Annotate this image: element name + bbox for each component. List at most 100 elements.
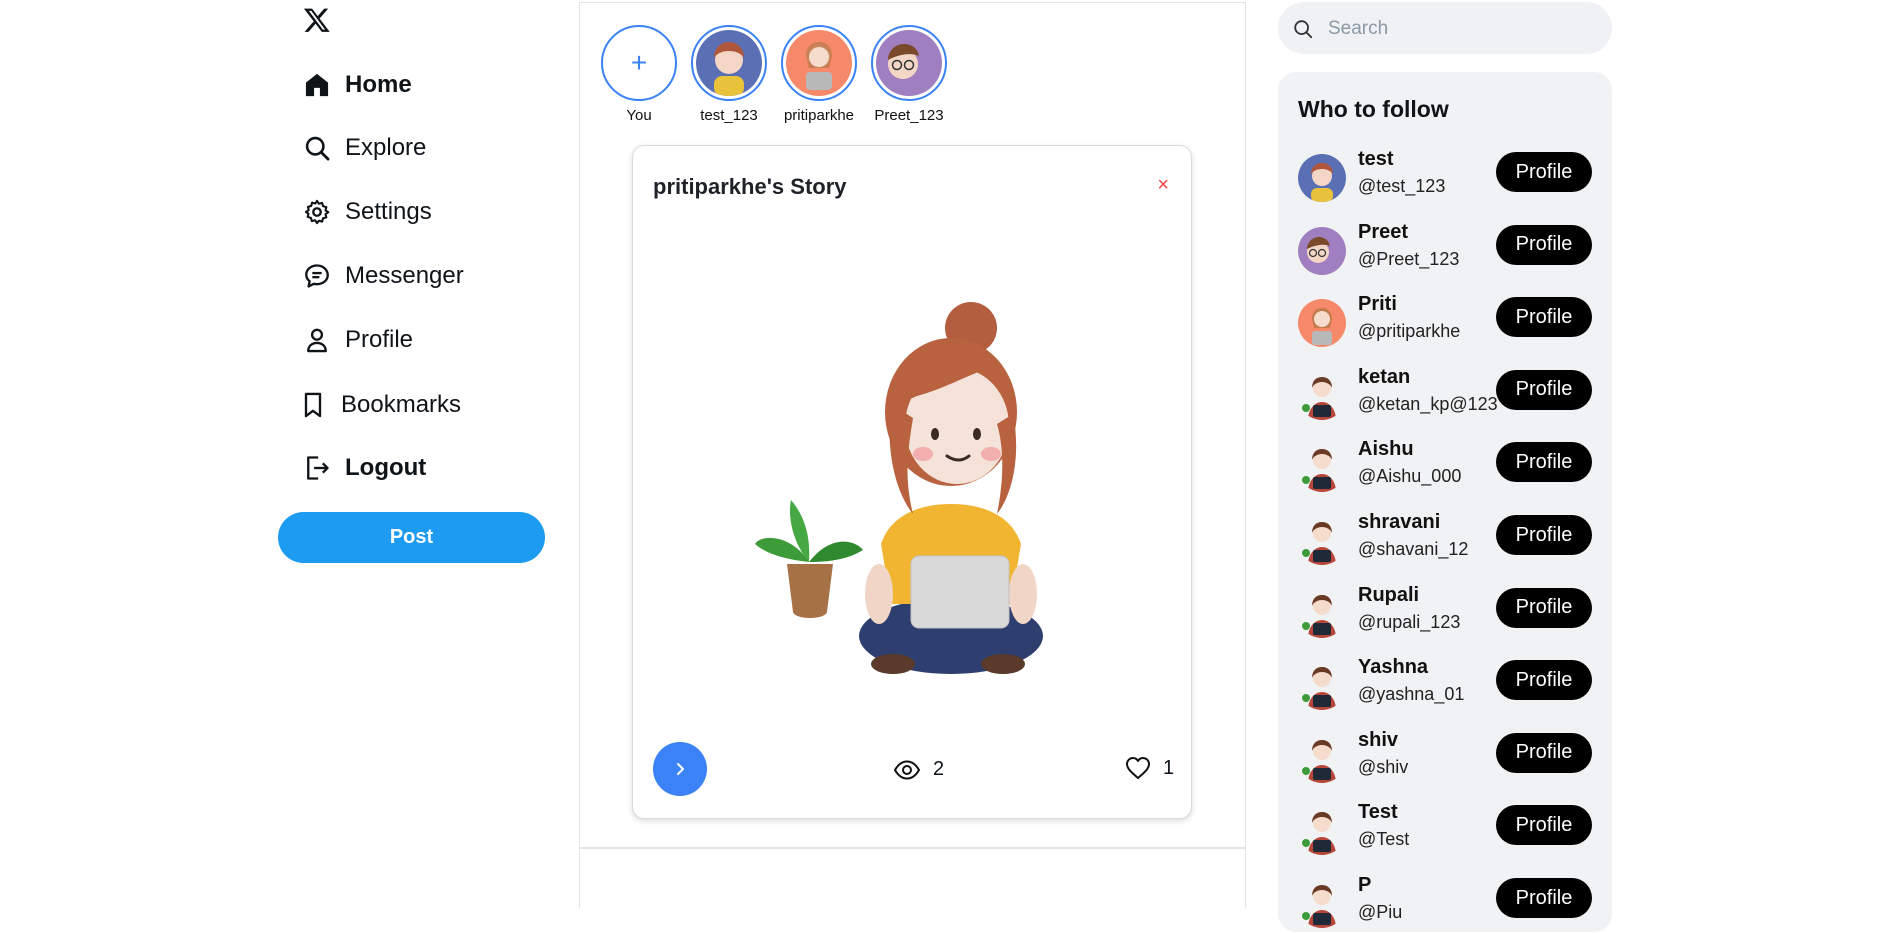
nav-label: Logout [345,454,427,481]
nav-item-logout[interactable]: Logout [303,451,426,485]
avatar [1298,734,1346,783]
user-handle: @Aishu_000 [1358,466,1462,487]
x-logo-icon[interactable] [303,4,331,36]
nav-label: Messenger [345,262,464,289]
story-item[interactable]: pritiparkhe [780,25,858,124]
follow-suggestion-row: Yashna @yashna_01 Profile [1298,656,1598,716]
follow-suggestion-row: Test @Test Profile [1298,801,1598,861]
story-likes[interactable]: 1 [1125,756,1174,780]
who-to-follow-panel: Who to follow test @test_123 Profile Preet @… [1278,72,1612,932]
nav-label: Settings [345,198,432,225]
story-add-button[interactable]: + [601,25,677,101]
story-item-you[interactable]: + You [600,25,678,124]
avatar [876,30,942,96]
search-icon [1294,20,1313,39]
profile-button[interactable]: Profile [1496,152,1592,192]
follow-suggestion-row: test @test_123 Profile [1298,148,1598,208]
avatar [1298,589,1346,638]
follow-suggestion-row: Rupali @rupali_123 Profile [1298,584,1598,644]
user-name: test [1358,148,1394,170]
nav-label: Profile [345,326,414,353]
avatar [1298,880,1346,928]
avatar [1298,226,1346,275]
profile-button[interactable]: Profile [1496,224,1592,265]
avatar [1298,371,1346,420]
profile-button[interactable]: Profile [1496,878,1592,918]
next-story-button[interactable] [653,742,707,796]
avatar [1298,807,1346,856]
follow-suggestion-row: Preet @Preet_123 Profile [1298,221,1598,281]
heart-icon[interactable] [1125,756,1151,780]
story-item[interactable]: test_123 [690,25,768,124]
profile-button[interactable]: Profile [1496,732,1592,773]
nav-item-explore[interactable]: Explore [303,131,426,165]
user-handle: @Test [1358,829,1410,850]
nav-item-home[interactable]: Home [303,68,412,102]
story-item[interactable]: Preet_123 [870,25,948,124]
user-handle: @pritiparkhe [1358,321,1461,342]
story-image [755,302,1043,674]
user-handle: @Piu [1358,902,1403,922]
story-viewer: pritiparkhe's Story × 2 1 [632,145,1192,819]
gear-icon [304,199,330,225]
user-name: shiv [1358,728,1399,751]
follow-suggestion-row: shravani @shavani_12 Profile [1298,511,1598,571]
home-icon [305,73,329,97]
user-handle: @yashna_01 [1358,684,1465,705]
profile-button[interactable]: Profile [1496,660,1592,701]
likes-count: 1 [1163,756,1175,779]
feed-post-card [579,847,1246,908]
user-icon [307,328,327,353]
story-name: You [626,107,652,124]
views-count: 2 [933,758,945,780]
avatar [696,30,762,96]
follow-suggestion-row: ketan @ketan_kp@123 Profile [1298,366,1598,426]
profile-button[interactable]: Profile [1496,515,1592,555]
user-name: Yashna [1358,656,1429,679]
follow-suggestion-row: Priti @pritiparkhe Profile [1298,293,1598,353]
story-name: test_123 [700,107,758,124]
nav-label: Home [345,71,412,98]
main-feed: + You test_123 pritiparkhe Preet_123 pri… [579,2,1246,849]
user-handle: @ketan_kp@123 [1358,393,1498,414]
follow-suggestion-row: Aishu @Aishu_000 Profile [1298,438,1598,498]
profile-button[interactable]: Profile [1496,297,1592,338]
user-handle: @shavani_12 [1358,539,1469,559]
user-name: Rupali [1358,583,1420,606]
nav-item-settings[interactable]: Settings [303,195,432,229]
nav-item-messenger[interactable]: Messenger [303,259,464,293]
avatar [1298,154,1346,202]
chat-icon [305,264,329,288]
avatar [1298,299,1346,348]
user-name: P [1358,874,1372,896]
user-name: Preet [1358,220,1409,243]
search-icon [305,136,330,161]
nav-item-profile[interactable]: Profile [303,323,413,357]
follow-suggestion-row: P @Piu Profile [1298,874,1598,934]
nav-item-bookmarks[interactable]: Bookmarks [299,388,461,422]
nav-label: Bookmarks [341,391,462,418]
user-name: ketan [1358,365,1411,388]
search-bar[interactable] [1278,2,1612,54]
user-name: Test [1358,801,1398,824]
story-title: pritiparkhe's Story [653,174,847,199]
profile-button[interactable]: Profile [1496,587,1592,628]
close-icon[interactable]: × [1157,174,1169,197]
post-button[interactable]: Post [278,512,545,563]
profile-button[interactable]: Profile [1496,442,1592,483]
user-name: shravani [1358,511,1441,533]
profile-button[interactable]: Profile [1496,369,1592,410]
plus-icon: + [630,47,648,78]
user-handle: @test_123 [1358,176,1446,196]
follow-suggestion-row: shiv @shiv Profile [1298,729,1598,789]
nav-label: Explore [345,134,427,161]
avatar [1298,517,1346,565]
chevron-right-icon [677,763,684,775]
logout-icon [307,456,329,480]
avatar [786,30,852,96]
user-handle: @Preet_123 [1358,248,1460,269]
profile-button[interactable]: Profile [1496,805,1592,846]
bookmark-icon [304,392,322,418]
story-name: pritiparkhe [783,107,855,124]
search-input[interactable] [1326,14,1590,44]
